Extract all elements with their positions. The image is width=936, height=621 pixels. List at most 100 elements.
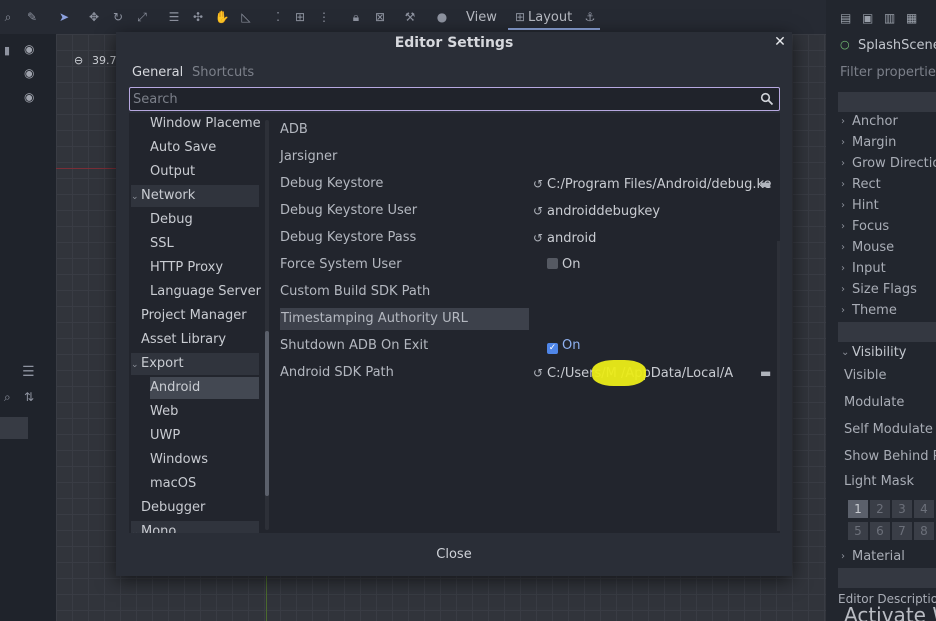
inspector-section-input[interactable]: Input xyxy=(852,260,886,278)
lock-icon[interactable]: 🔒︎ xyxy=(348,9,364,25)
inspector-section-mouse[interactable]: Mouse xyxy=(852,239,894,257)
filesystem-list-icon[interactable]: ☰ xyxy=(22,364,35,380)
tree-item-debug[interactable]: Debug xyxy=(150,209,193,231)
tree-item-http-proxy[interactable]: HTTP Proxy xyxy=(150,257,223,279)
zoom-level[interactable]: 39.7 xyxy=(92,54,117,67)
search-input[interactable] xyxy=(133,89,753,109)
tree-item-ssl[interactable]: SSL xyxy=(150,233,174,255)
layout-menu[interactable]: ⊞ Layout ⚓ xyxy=(508,6,600,30)
inspector-section-grow-direction[interactable]: Grow Direction xyxy=(852,155,936,173)
light-mask-cell[interactable]: 2 xyxy=(870,500,890,518)
light-mask-cell[interactable]: 5 xyxy=(848,522,868,540)
close-icon[interactable]: ✕ xyxy=(772,34,788,50)
visibility-eye-icon[interactable]: ◉ xyxy=(24,42,34,56)
tree-item-uwp[interactable]: UWP xyxy=(150,425,180,447)
chevron-right-icon: › xyxy=(841,263,845,274)
inspector-section-anchor[interactable]: Anchor xyxy=(852,113,898,131)
tree-item-window-placement[interactable]: Window Placeme xyxy=(150,113,261,135)
group-icon[interactable]: ⊠ xyxy=(372,9,388,25)
view-menu[interactable]: View xyxy=(466,9,497,27)
revert-icon[interactable]: ↺ xyxy=(533,173,547,195)
tab-shortcuts[interactable]: Shortcuts xyxy=(192,64,254,82)
paint-icon[interactable]: ✎ xyxy=(24,9,40,25)
rotate-icon[interactable]: ↻ xyxy=(110,9,126,25)
camera-icon[interactable]: ● xyxy=(434,9,450,25)
snap-icon[interactable]: ⁚ xyxy=(270,9,286,25)
select-icon[interactable]: ➤ xyxy=(56,9,72,25)
revert-icon[interactable]: ↺ xyxy=(533,227,547,249)
light-mask-cell[interactable]: 8 xyxy=(914,522,934,540)
value-text: androiddebugkey xyxy=(547,204,661,219)
save-resource-icon[interactable]: ▥ xyxy=(884,11,895,25)
light-mask-cell[interactable]: 7 xyxy=(892,522,912,540)
pivot-icon[interactable]: ✣ xyxy=(190,9,206,25)
shutdown-adb-checkbox[interactable]: ✓ On xyxy=(533,335,580,357)
material-section[interactable]: Material xyxy=(852,548,905,566)
tree-item-project-manager[interactable]: Project Manager xyxy=(141,305,247,327)
filesystem-selected-row[interactable] xyxy=(0,417,28,439)
inspector-section-margin[interactable]: Margin xyxy=(852,134,896,152)
tree-item-output[interactable]: Output xyxy=(150,161,195,183)
debug-keystore-pass-value[interactable]: ↺ android xyxy=(533,227,596,249)
force-system-user-checkbox[interactable]: On xyxy=(533,254,580,276)
tree-item-network[interactable]: ⌄ Network xyxy=(131,185,259,207)
filter-properties-input[interactable]: Filter properties xyxy=(840,64,936,82)
prop-debug-keystore-user: Debug Keystore User xyxy=(280,203,418,218)
chevron-right-icon: › xyxy=(841,551,845,562)
pan-icon[interactable]: ✋ xyxy=(214,9,230,25)
tree-item-mono[interactable]: ⌄ Mono xyxy=(131,521,259,533)
list-select-icon[interactable]: ☰ xyxy=(166,9,182,25)
light-mask-cell[interactable]: 3 xyxy=(892,500,912,518)
folder-icon[interactable]: ▬ xyxy=(760,362,774,384)
history-icon[interactable]: ▦ xyxy=(906,11,917,25)
open-resource-icon[interactable]: ▣ xyxy=(862,11,873,25)
inspector-section-rect[interactable]: Rect xyxy=(852,176,881,194)
tab-general[interactable]: General xyxy=(132,64,183,82)
light-mask-cell[interactable]: 4 xyxy=(914,500,934,518)
visibility-section[interactable]: Visibility xyxy=(852,344,906,362)
chevron-right-icon: › xyxy=(841,137,845,148)
ruler-icon[interactable]: ◺ xyxy=(238,9,254,25)
inspector-section-size-flags[interactable]: Size Flags xyxy=(852,281,917,299)
visibility-eye-icon[interactable]: ◉ xyxy=(24,66,34,80)
tree-item-web[interactable]: Web xyxy=(150,401,178,423)
tree-item-language-server[interactable]: Language Server xyxy=(150,281,261,303)
scale-icon[interactable]: ⤢ xyxy=(134,9,150,25)
inspector-section-focus[interactable]: Focus xyxy=(852,218,889,236)
close-button[interactable]: Close xyxy=(422,544,486,566)
inspector-section-theme[interactable]: Theme xyxy=(852,302,897,320)
tree-item-windows[interactable]: Windows xyxy=(150,449,208,471)
grid-snap-icon[interactable]: ⊞ xyxy=(292,9,308,25)
new-resource-icon[interactable]: ▤ xyxy=(840,11,851,25)
debug-keystore-value[interactable]: ↺ C:/Program Files/Android/debug.ke xyxy=(533,173,772,195)
light-mask-cell[interactable]: 6 xyxy=(870,522,890,540)
tree-scrollbar-thumb[interactable] xyxy=(265,331,269,496)
properties-scrollbar[interactable] xyxy=(777,241,780,531)
tree-item-export[interactable]: ⌄ Export xyxy=(131,353,259,375)
bone-icon[interactable]: ⚒ xyxy=(402,9,418,25)
search-field[interactable] xyxy=(129,87,780,111)
move-icon[interactable]: ✥ xyxy=(86,9,102,25)
tree-item-macos[interactable]: macOS xyxy=(150,473,196,495)
layout-grid-icon: ⊞ xyxy=(514,10,526,24)
revert-icon[interactable]: ↺ xyxy=(533,200,547,222)
search-icon[interactable]: ⌕ xyxy=(0,9,16,25)
prop-self-modulate: Self Modulate xyxy=(844,422,933,437)
tree-item-debugger[interactable]: Debugger xyxy=(141,497,205,519)
more-icon[interactable]: ⋮ xyxy=(316,9,332,25)
revert-icon[interactable]: ↺ xyxy=(533,362,547,384)
chevron-right-icon: › xyxy=(841,116,845,127)
folder-icon[interactable]: ▬ xyxy=(760,173,774,195)
inspector-category-bar xyxy=(838,322,936,342)
sort-icon[interactable]: ⇅ xyxy=(24,390,34,404)
filesystem-search-icon[interactable]: ⌕ xyxy=(4,390,11,405)
zoom-out-icon[interactable]: ⊖ xyxy=(74,54,83,67)
inspector-section-hint[interactable]: Hint xyxy=(852,197,879,215)
inspected-node-name[interactable]: SplashScene xyxy=(858,37,936,55)
tree-item-auto-save[interactable]: Auto Save xyxy=(150,137,216,159)
tree-item-android[interactable]: Android xyxy=(150,377,259,399)
visibility-eye-icon[interactable]: ◉ xyxy=(24,90,34,104)
tree-item-asset-library[interactable]: Asset Library xyxy=(141,329,226,351)
debug-keystore-user-value[interactable]: ↺ androiddebugkey xyxy=(533,200,660,222)
light-mask-cell[interactable]: 1 xyxy=(848,500,868,518)
